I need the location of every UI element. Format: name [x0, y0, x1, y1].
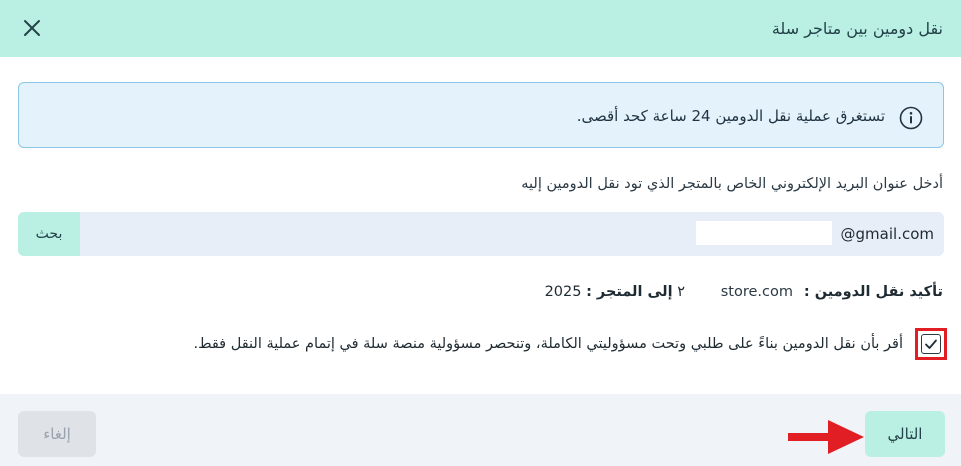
alert-text: تستغرق عملية نقل الدومين 24 ساعة كحد أقص… [576, 107, 885, 125]
confirm-label: تأكيد نقل الدومين : [803, 284, 943, 300]
modal-title: نقل دومين بين متاجر سلة [771, 19, 943, 38]
close-icon [24, 20, 40, 36]
agreement-checkbox[interactable] [921, 334, 941, 354]
red-arrow-icon [788, 420, 864, 454]
next-button[interactable]: التالي [865, 411, 945, 457]
search-button[interactable]: بحث [18, 212, 80, 256]
email-field-label: أدخل عنوان البريد الإلكتروني الخاص بالمت… [521, 176, 943, 192]
modal-header: نقل دومين بين متاجر سلة [0, 0, 961, 57]
check-icon [925, 339, 937, 349]
target-store-prefix: ٢ [677, 284, 685, 300]
agreement-text: أقر بأن نقل الدومين بناءً على طلبي وتحت … [193, 336, 903, 352]
target-store: ٢ إلى المتجر : 2025 [545, 284, 685, 300]
source-store: store.com [720, 284, 793, 300]
info-icon [899, 106, 923, 130]
cancel-button[interactable]: إلغاء [18, 411, 96, 457]
transfer-confirmation: تأكيد نقل الدومين : store.com ٢ إلى المت… [503, 284, 943, 306]
email-search-row: @gmail.com بحث [18, 212, 944, 256]
target-store-label: إلى المتجر : [586, 284, 673, 300]
agreement-checkbox-highlight[interactable] [915, 328, 947, 360]
info-alert: تستغرق عملية نقل الدومين 24 ساعة كحد أقص… [18, 82, 944, 148]
target-store-value: 2025 [544, 284, 582, 300]
close-button[interactable] [16, 12, 48, 44]
email-field[interactable]: @gmail.com [841, 212, 934, 256]
domain-transfer-modal: نقل دومين بين متاجر سلة تستغرق عملية نقل… [0, 0, 961, 466]
agreement-row: أقر بأن نقل الدومين بناءً على طلبي وتحت … [107, 328, 947, 360]
redacted-area [696, 221, 832, 245]
